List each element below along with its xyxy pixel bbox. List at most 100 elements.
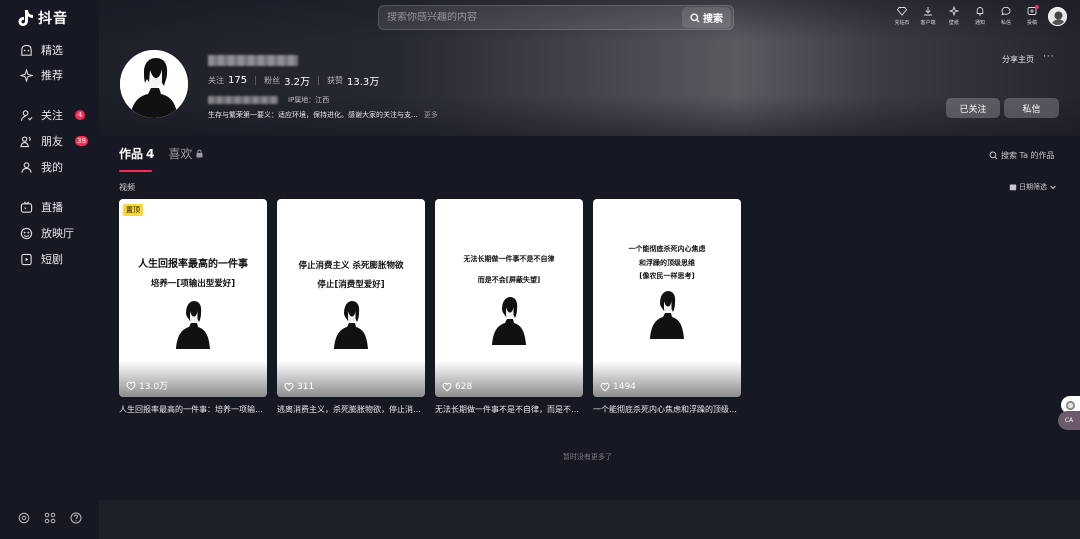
tab-works[interactable]: 作品 4 xyxy=(119,145,154,172)
thumbnail-text-line: 和浮躁的顶级思维 xyxy=(639,259,695,267)
sidebar-item-me[interactable]: 我的 xyxy=(20,158,63,176)
video-thumbnail[interactable]: 一个能彻底杀死内心焦虑 和浮躁的顶级思维 [像农民一样思考] 1494 xyxy=(593,199,741,397)
video-card[interactable]: 一个能彻底杀死内心焦虑 和浮躁的顶级思维 [像农民一样思考] 1494 一个能彻… xyxy=(593,199,741,415)
floating-ca-button[interactable]: CA xyxy=(1058,411,1080,430)
person-figure-image xyxy=(650,291,684,339)
calendar-icon xyxy=(1009,184,1017,191)
section-videos-label: 视频 xyxy=(119,183,135,192)
wallpaper-button[interactable]: 壁纸 xyxy=(944,6,964,26)
private-message-profile-button[interactable]: 私信 xyxy=(1004,98,1059,118)
sidebar-item-label: 放映厅 xyxy=(41,227,74,240)
apps-icon[interactable] xyxy=(44,512,56,524)
followers-count[interactable]: 3.2万 xyxy=(284,73,310,88)
douyin-logo[interactable]: 抖音 xyxy=(18,8,68,28)
upload-button[interactable]: 投稿 xyxy=(1022,5,1042,26)
tab-likes[interactable]: 喜欢 xyxy=(168,145,204,172)
follow-badge: 4 xyxy=(75,110,85,120)
likes-count: 628 xyxy=(455,382,473,392)
video-caption[interactable]: 逃离消费主义，杀死膨胀物欲，停止消费型爱好 xyxy=(277,404,425,415)
date-filter-button[interactable]: 日期筛选 xyxy=(1009,182,1057,192)
video-likes: 628 xyxy=(442,382,472,392)
ip-location: IP属地：江西 xyxy=(288,96,330,104)
date-filter-label: 日期筛选 xyxy=(1019,183,1047,191)
user-avatar[interactable] xyxy=(1048,7,1067,26)
search-works-button[interactable]: 搜索 Ta 的作品 xyxy=(989,150,1055,161)
header-toolbar: 充钻石 客户端 壁纸 通知 私信 投稿 xyxy=(892,5,1042,26)
heart-icon xyxy=(284,382,294,392)
main-content: 搜索 充钻石 客户端 壁纸 通知 私信 投稿 xyxy=(99,0,1080,539)
following-label: 关注 xyxy=(208,76,224,85)
notification-label: 通知 xyxy=(974,20,985,26)
heart-icon xyxy=(442,382,452,392)
sidebar-item-label: 我的 xyxy=(41,161,63,174)
bio-more-link[interactable]: 更多 xyxy=(424,111,438,119)
no-more-content-text: 暂时没有更多了 xyxy=(563,453,612,461)
sidebar-item-label: 短剧 xyxy=(41,253,63,266)
profile-stats: 关注 175 粉丝 3.2万 获赞 13.3万 xyxy=(208,73,379,88)
private-message-button[interactable]: 私信 xyxy=(996,6,1016,26)
person-figure-image xyxy=(176,301,210,349)
me-icon xyxy=(21,161,32,173)
wallpaper-icon xyxy=(949,6,959,16)
search-works-label: 搜索 Ta 的作品 xyxy=(1001,151,1055,160)
sidebar-item-live[interactable]: 直播 xyxy=(20,198,63,216)
message-icon xyxy=(1001,6,1011,16)
video-card[interactable]: 置顶 人生回报率最高的一件事 培养一[项输出型爱好] 13.0万 人生回报率最高… xyxy=(119,199,267,415)
diamond-button[interactable]: 充钻石 xyxy=(892,6,912,26)
search-icon xyxy=(989,151,998,160)
friends-badge: 39 xyxy=(75,136,88,146)
help-icon[interactable] xyxy=(70,512,82,524)
follow-icon xyxy=(20,109,33,121)
video-thumbnail[interactable]: 置顶 人生回报率最高的一件事 培养一[项输出型爱好] 13.0万 xyxy=(119,199,267,397)
video-thumbnail[interactable]: 停止消费主义 杀死膨胀物欲 停止[消费型爱好] 311 xyxy=(277,199,425,397)
thumbnail-text-line: 停止[消费型爱好] xyxy=(317,280,385,290)
lock-icon xyxy=(196,149,203,158)
following-count[interactable]: 175 xyxy=(228,75,247,86)
assistant-icon xyxy=(1065,400,1076,410)
video-card[interactable]: 无法长期做一件事不是不自律 而是不会[屏蔽失望] 628 无法长期做一件事不是不… xyxy=(435,199,583,415)
followed-button[interactable]: 已关注 xyxy=(946,98,1000,118)
search-input[interactable] xyxy=(379,12,682,23)
diamond-icon xyxy=(897,7,907,16)
profile-id-row: IP属地：江西 xyxy=(208,95,329,105)
profile-bio: 生存与繁荣第一要义：适应环境，保持进化。感谢大家的关注与支... 更多 xyxy=(208,110,438,120)
sidebar-item-featured[interactable]: 精选 xyxy=(20,41,63,59)
search-icon xyxy=(690,12,700,22)
client-download-button[interactable]: 客户端 xyxy=(918,6,938,26)
video-thumbnail[interactable]: 无法长期做一件事不是不自律 而是不会[屏蔽失望] 628 xyxy=(435,199,583,397)
drama-icon xyxy=(21,253,32,265)
profile-avatar[interactable] xyxy=(120,50,188,118)
sidebar-item-label: 精选 xyxy=(41,44,63,57)
likes-count: 13.0万 xyxy=(139,382,169,392)
more-options-button[interactable]: ··· xyxy=(1043,52,1055,62)
video-card[interactable]: 停止消费主义 杀死膨胀物欲 停止[消费型爱好] 311 逃离消费主义，杀死膨胀物… xyxy=(277,199,425,415)
theater-icon xyxy=(20,227,33,239)
thumbnail-text-line: 停止消费主义 杀死膨胀物欲 xyxy=(298,261,404,271)
sidebar-item-drama[interactable]: 短剧 xyxy=(20,250,63,268)
message-label: 私信 xyxy=(1000,20,1011,26)
video-caption[interactable]: 无法长期做一件事不是不自律，而是不会屏蔽失望 xyxy=(435,404,583,415)
thumbnail-text-line: 一个能彻底杀死内心焦虑 xyxy=(628,245,706,253)
search-button-label: 搜索 xyxy=(703,14,723,25)
sidebar-item-recommend[interactable]: 推荐 xyxy=(20,66,63,84)
sidebar-item-theater[interactable]: 放映厅 xyxy=(20,224,74,242)
diamond-label: 充钻石 xyxy=(894,20,910,26)
thumbnail-text-line: [像农民一样思考] xyxy=(639,272,695,280)
notification-button[interactable]: 通知 xyxy=(970,6,990,26)
tab-works-count: 4 xyxy=(146,146,155,161)
video-caption[interactable]: 人生回报率最高的一件事：培养一项输出型爱好 xyxy=(119,404,267,415)
bio-text: 生存与繁荣第一要义：适应环境，保持进化。感谢大家的关注与支... xyxy=(208,111,418,119)
search-button[interactable]: 搜索 xyxy=(682,7,731,28)
thumbnail-text-line: 而是不会[屏蔽失望] xyxy=(477,276,541,284)
share-profile-button[interactable]: 分享主页 xyxy=(1002,54,1034,65)
upload-label: 投稿 xyxy=(1026,20,1037,26)
sidebar-item-follow[interactable]: 关注 4 xyxy=(20,106,85,124)
live-icon xyxy=(20,200,33,213)
video-caption[interactable]: 一个能彻底杀死内心焦虑和浮躁的顶级思维 xyxy=(593,404,741,415)
settings-icon[interactable] xyxy=(18,512,30,524)
sidebar-item-friends[interactable]: 朋友 39 xyxy=(20,132,88,150)
search-bar: 搜索 xyxy=(378,5,734,30)
video-likes: 1494 xyxy=(600,382,636,392)
sidebar-item-label: 朋友 xyxy=(41,135,63,148)
person-figure-image xyxy=(334,301,368,349)
